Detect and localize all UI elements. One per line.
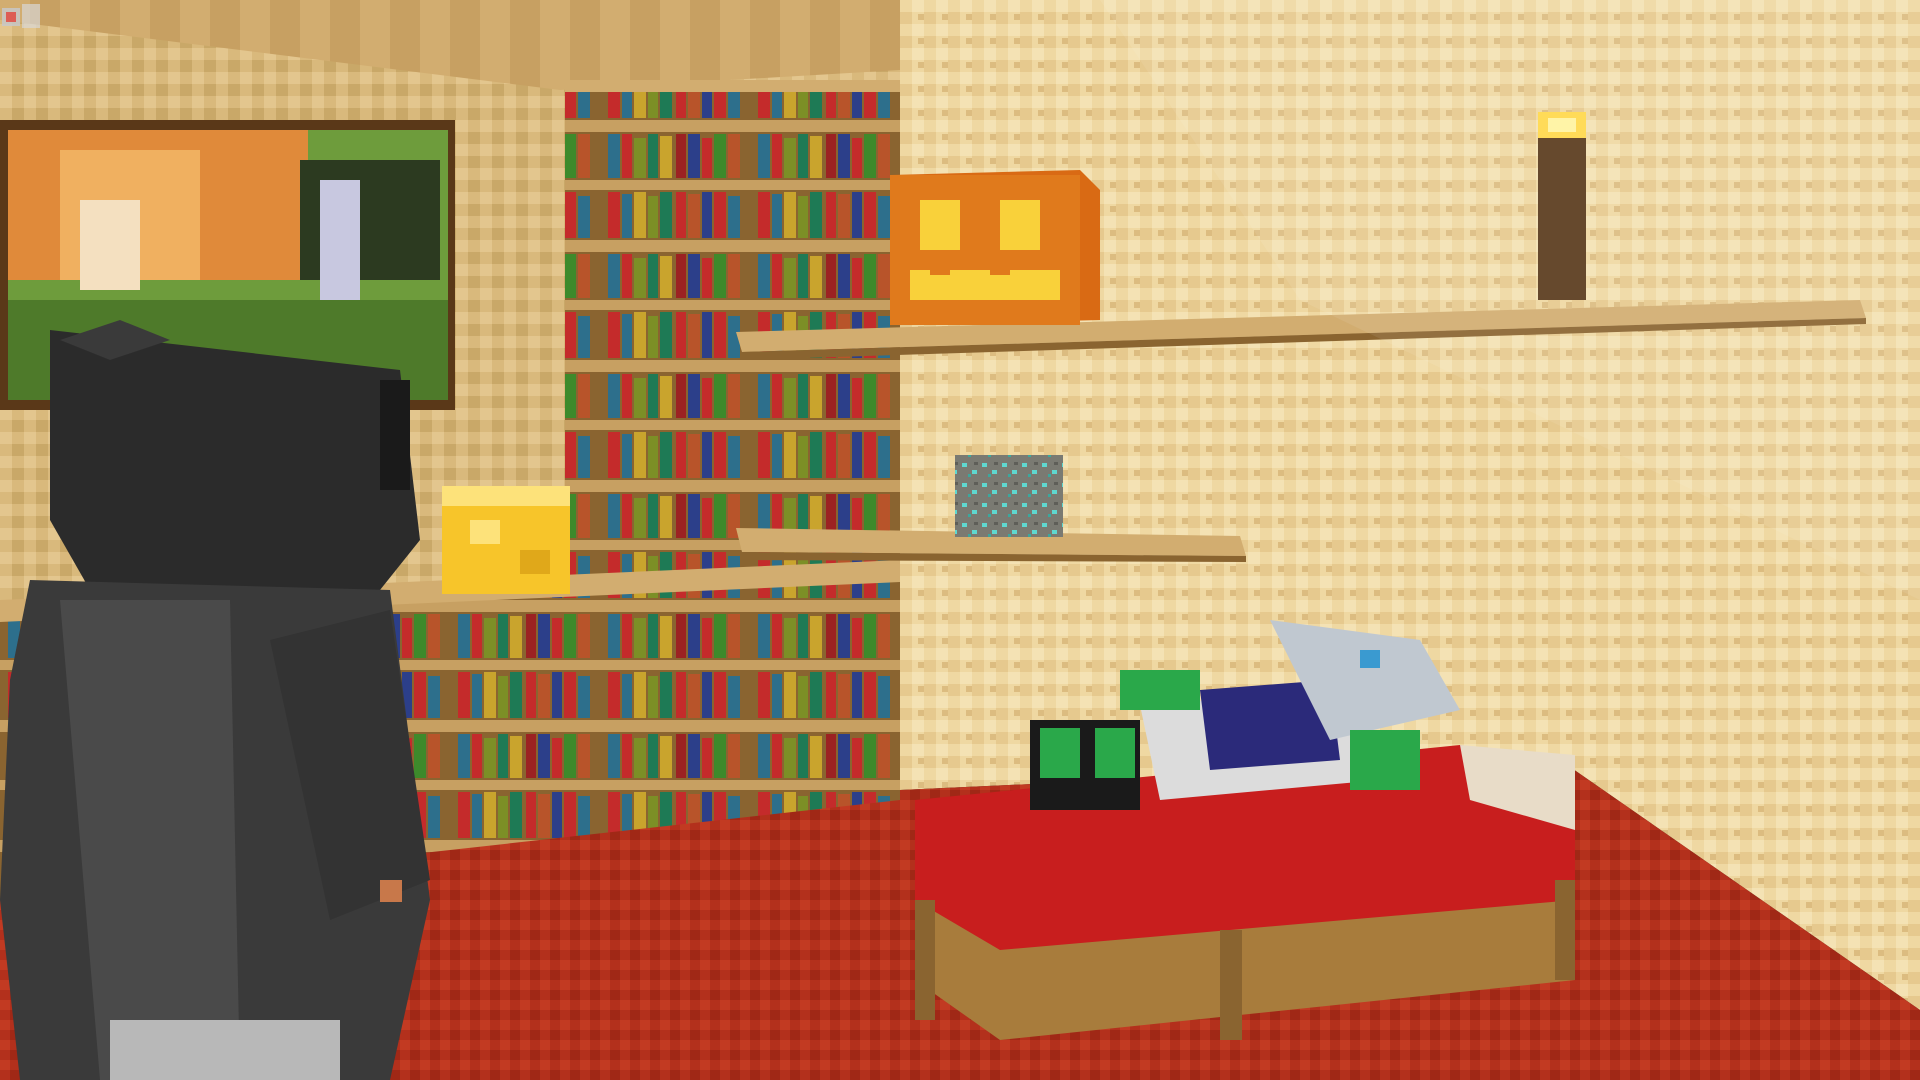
jack-o-lantern [890, 170, 1100, 325]
channel-logo-icon [2, 4, 40, 28]
game-viewport [0, 0, 1920, 1080]
diamond-ore-block [955, 455, 1063, 537]
glowstone-block [442, 486, 570, 594]
scene-render [0, 0, 1920, 1080]
hooded-player [0, 320, 430, 1080]
